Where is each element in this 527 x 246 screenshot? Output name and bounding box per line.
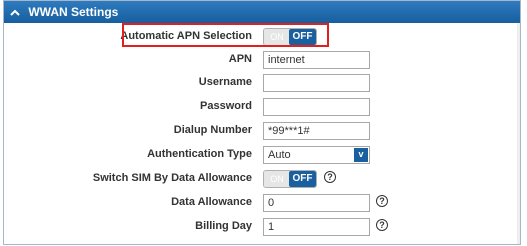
auto-apn-toggle[interactable]: ON OFF	[263, 28, 317, 46]
row-apn: APN internet	[4, 47, 520, 71]
data-allowance-label: Data Allowance	[171, 196, 252, 208]
apn-input[interactable]: internet	[263, 51, 370, 69]
row-password: Password	[4, 94, 520, 118]
toggle-on-label: ON	[264, 29, 290, 45]
section-header[interactable]: WWAN Settings	[4, 1, 520, 23]
help-icon[interactable]: ?	[376, 195, 388, 207]
billing-day-label: Billing Day	[195, 220, 252, 232]
chevron-up-icon[interactable]	[10, 1, 22, 23]
auth-selected-value: Auto	[268, 149, 291, 161]
switch-sim-label: Switch SIM By Data Allowance	[92, 172, 252, 184]
row-switch-sim: Switch SIM By Data Allowance ON OFF ?	[4, 166, 520, 190]
dialup-input[interactable]: *99***1#	[263, 122, 370, 140]
help-icon[interactable]: ?	[376, 219, 388, 231]
row-billing-day: Billing Day 1 ?	[4, 214, 520, 238]
switch-sim-toggle[interactable]: ON OFF	[263, 170, 317, 188]
toggle-off-label: OFF	[289, 171, 316, 187]
password-label: Password	[200, 100, 252, 112]
dialup-label: Dialup Number	[173, 124, 252, 136]
help-icon[interactable]: ?	[324, 171, 336, 183]
row-auto-apn: Automatic APN Selection ON OFF	[4, 24, 520, 48]
row-dialup: Dialup Number *99***1#	[4, 118, 520, 142]
chevron-down-icon[interactable]: v	[354, 148, 368, 162]
username-label: Username	[198, 76, 252, 88]
row-auth: Authentication Type Auto v	[4, 142, 520, 166]
username-input[interactable]	[263, 74, 370, 92]
auth-label: Authentication Type	[147, 148, 252, 160]
data-allowance-input[interactable]: 0	[263, 194, 370, 212]
toggle-off-label: OFF	[289, 29, 316, 45]
section-title: WWAN Settings	[28, 5, 119, 19]
toggle-on-label: ON	[264, 171, 290, 187]
apn-label: APN	[228, 53, 252, 65]
auth-select[interactable]: Auto v	[263, 146, 370, 164]
auto-apn-label: Automatic APN Selection	[120, 30, 252, 42]
wwan-settings-panel: WWAN Settings Automatic APN Selection ON…	[3, 0, 521, 245]
row-data-allowance: Data Allowance 0 ?	[4, 190, 520, 214]
billing-day-input[interactable]: 1	[263, 218, 370, 236]
scrollbar[interactable]	[517, 23, 520, 244]
row-username: Username	[4, 70, 520, 94]
password-input[interactable]	[263, 98, 370, 116]
